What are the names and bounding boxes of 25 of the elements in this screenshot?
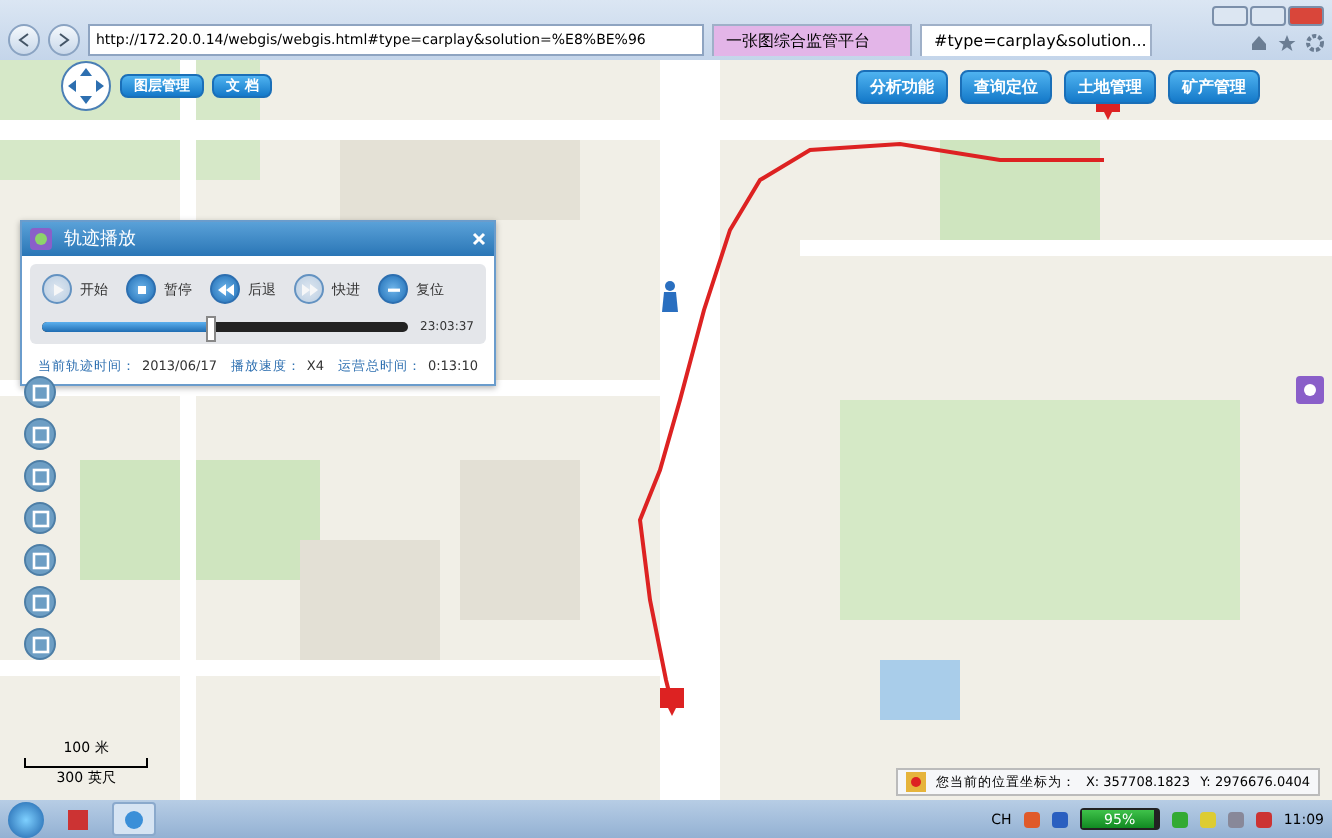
app-icon — [1296, 376, 1324, 404]
minimize-button[interactable] — [1212, 6, 1248, 26]
browser-tab[interactable]: 一张图综合监管平台 — [712, 24, 912, 56]
home-icon — [1250, 34, 1268, 52]
rewind-icon — [215, 279, 235, 299]
close-icon — [472, 232, 486, 246]
app-icon — [68, 809, 88, 829]
app-icon — [30, 228, 52, 250]
browser-icon — [124, 809, 144, 829]
start-button[interactable] — [8, 801, 44, 837]
progress-thumb[interactable] — [206, 316, 217, 342]
map-marker-icon — [660, 688, 684, 716]
panel-title: 轨迹播放 — [64, 227, 138, 252]
maximize-button[interactable] — [1250, 6, 1286, 26]
star-icon — [1278, 34, 1296, 52]
fast-forward-icon — [299, 279, 319, 299]
taskbar-item[interactable] — [112, 802, 156, 836]
back-button[interactable] — [8, 24, 40, 56]
person-icon — [660, 280, 680, 312]
location-icon — [905, 772, 926, 792]
browser-tab[interactable]: #type=carplay&solution... — [920, 24, 1152, 56]
scale-bar — [24, 758, 148, 768]
settings-icon — [1306, 34, 1324, 52]
forward-button[interactable] — [48, 24, 80, 56]
pan-control-icon — [60, 60, 112, 112]
